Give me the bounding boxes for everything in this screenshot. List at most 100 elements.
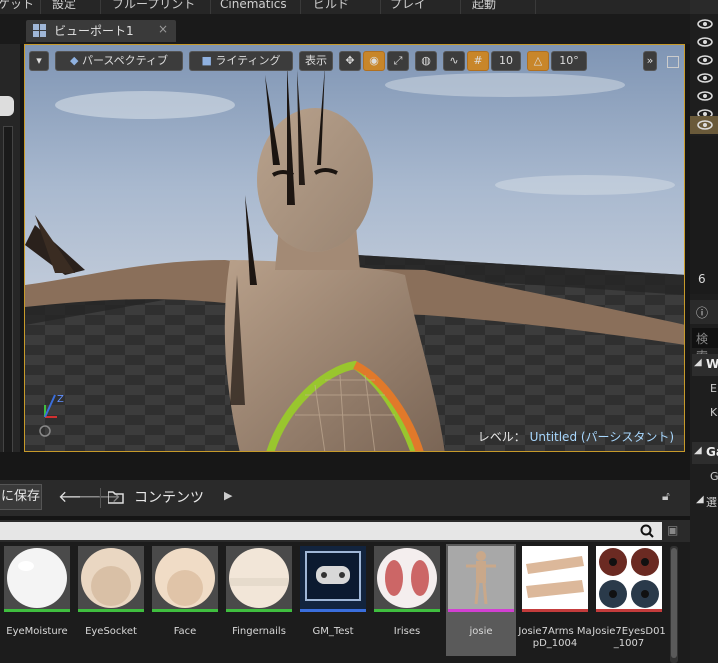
category-label: Ga: [706, 445, 718, 459]
search-icon[interactable]: [0, 96, 14, 116]
asset-tile[interactable]: Josie7EyesD01 _1007: [592, 546, 666, 656]
left-scrollbar[interactable]: [3, 126, 13, 488]
visibility-eye-icon[interactable]: [697, 54, 713, 66]
property-label: K: [710, 406, 718, 419]
outliner-list: [690, 136, 718, 294]
menu-item-build[interactable]: ビルド: [305, 0, 357, 12]
menu-separator: [210, 0, 211, 14]
asset-type-bar: [522, 609, 588, 612]
scale-icon[interactable]: ⤢: [387, 51, 409, 71]
asset-thumbnail: [226, 546, 292, 610]
save-search-icon[interactable]: ▣: [667, 523, 678, 537]
separator: [100, 488, 101, 508]
asset-tile[interactable]: Fingernails: [226, 546, 292, 656]
menu-separator: [100, 0, 101, 14]
lighting-label: ライティング: [215, 54, 281, 67]
maximize-icon[interactable]: [667, 56, 679, 68]
visibility-eye-icon[interactable]: [697, 18, 713, 30]
lighting-button[interactable]: ■ ライティング: [189, 51, 293, 71]
collapse-icon: ◢: [694, 445, 702, 456]
grid-snap-icon[interactable]: #: [467, 51, 489, 71]
lock-icon[interactable]: 🔓︎: [662, 489, 670, 504]
property-label: 選: [706, 496, 717, 509]
path-content[interactable]: コンテンツ: [134, 487, 204, 507]
toolbar-overflow-button[interactable]: »: [643, 51, 657, 71]
asset-type-bar: [78, 609, 144, 612]
property-label: En: [710, 382, 718, 395]
asset-tile[interactable]: Josie7Arms MapD_1004: [518, 546, 592, 656]
viewport-icon: [33, 24, 46, 37]
asset-type-bar: [300, 609, 366, 612]
asset-tile[interactable]: GM_Test: [300, 546, 366, 656]
details-category-game[interactable]: ◢ Ga: [692, 442, 718, 464]
selected-row[interactable]: [690, 116, 718, 134]
content-search-row: ▣: [0, 520, 690, 542]
perspective-button[interactable]: ◆ パースペクティブ: [55, 51, 183, 71]
level-label: レベル： Untitled (パーシスタント): [478, 428, 674, 445]
tab-viewport[interactable]: ビューポート1 ×: [26, 20, 176, 42]
asset-thumbnail: [448, 546, 514, 610]
menu-item-settings[interactable]: 設定: [44, 0, 84, 12]
menu-item-cinematics[interactable]: Cinematics: [212, 0, 295, 12]
menu-separator: [535, 0, 536, 14]
asset-name: josie: [469, 626, 493, 637]
content-search-input[interactable]: [0, 522, 662, 540]
grid-snap-value[interactable]: 10: [491, 51, 521, 71]
chevron-right-icon[interactable]: ▶: [224, 489, 232, 502]
save-label: に保存: [1, 489, 41, 504]
visibility-eye-icon[interactable]: [697, 72, 713, 84]
search-icon[interactable]: [640, 524, 654, 538]
info-icon: ⓘ: [696, 306, 709, 320]
details-header: ⓘ: [690, 300, 718, 324]
category-label: W: [706, 357, 718, 371]
menu-item-launch[interactable]: 起動: [464, 0, 504, 12]
save-all-button[interactable]: に保存: [0, 484, 42, 510]
asset-type-bar: [374, 609, 440, 612]
rotate-icon[interactable]: ◉: [363, 51, 385, 71]
level-viewport[interactable]: Z ▾ ◆ パースペクティブ ■ ライティング 表示 ✥ ◉ ⤢ ◍ ∿ # 1…: [24, 44, 685, 452]
asset-tile[interactable]: Irises: [374, 546, 440, 656]
asset-name: Face: [173, 626, 197, 637]
asset-name: Fingernails: [232, 626, 286, 637]
asset-name: Josie7EyesD01 _1007: [592, 626, 666, 649]
folder-icon: [108, 491, 124, 504]
visibility-eye-icon[interactable]: [697, 36, 713, 48]
menu-separator: [460, 0, 461, 14]
svg-text:Z: Z: [57, 394, 64, 405]
visibility-eye-icon[interactable]: [697, 90, 713, 102]
asset-thumbnail: [4, 546, 70, 610]
asset-name: GM_Test: [312, 626, 354, 637]
show-label: 表示: [305, 54, 327, 67]
asset-type-bar: [226, 609, 292, 612]
asset-thumbnail: [78, 546, 144, 610]
menu-item-blueprint[interactable]: ブループリント: [104, 0, 203, 12]
asset-tile[interactable]: EyeMoisture: [4, 546, 70, 656]
world-icon[interactable]: ◍: [415, 51, 437, 71]
show-button[interactable]: 表示: [299, 51, 333, 71]
asset-type-bar: [596, 609, 662, 612]
rotate-snap-label: 10°: [559, 54, 579, 67]
menu-separator: [40, 0, 41, 14]
rotate-snap-value[interactable]: 10°: [551, 51, 587, 71]
menu-bar: ケット 設定 ブループリント Cinematics ビルド プレイ 起動: [0, 0, 690, 14]
content-browser-bar: に保存 🡐 🡒 コンテンツ ▶ 🔓︎: [0, 480, 690, 516]
details-category-world[interactable]: ◢ W: [692, 354, 718, 376]
close-icon[interactable]: ×: [158, 22, 168, 36]
asset-tile[interactable]: Face: [152, 546, 218, 656]
viewport-menu-button[interactable]: ▾: [29, 51, 49, 71]
details-search-input[interactable]: 検索: [692, 328, 718, 363]
translate-icon[interactable]: ✥: [339, 51, 361, 71]
menu-item-play[interactable]: プレイ: [382, 0, 434, 12]
visibility-eye-icon[interactable]: [697, 119, 713, 131]
rotate-snap-icon[interactable]: △: [527, 51, 549, 71]
asset-tile[interactable]: EyeSocket: [78, 546, 144, 656]
asset-scrollbar-thumb[interactable]: [671, 548, 677, 658]
menu-separator: [300, 0, 301, 14]
asset-type-bar: [448, 609, 514, 612]
actor-count: 6: [698, 272, 706, 286]
asset-tile[interactable]: josie: [446, 544, 516, 656]
surface-snap-icon[interactable]: ∿: [443, 51, 465, 71]
menu-item-edit[interactable]: ケット: [0, 0, 42, 12]
perspective-icon: ◆: [70, 54, 79, 67]
asset-name: Josie7Arms MapD_1004: [518, 626, 592, 649]
